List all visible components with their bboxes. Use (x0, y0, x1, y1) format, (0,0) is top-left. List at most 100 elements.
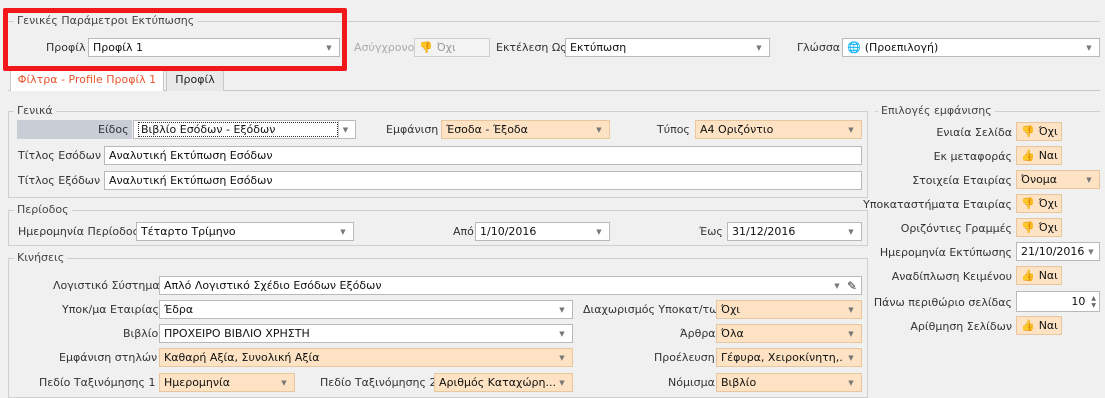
articles-select[interactable]: Όλα ▼ (716, 324, 862, 343)
async-value: Όχι (436, 41, 456, 54)
thumb-down-icon: 👎 (1021, 221, 1035, 234)
to-date-input[interactable]: 31/12/2016 ▼ (727, 222, 862, 241)
chevron-down-icon: ▼ (281, 378, 287, 387)
sort1-label: Πεδίο Ταξινόμησης 1 (39, 376, 156, 389)
to-label: Έως (699, 225, 723, 238)
chevron-down-icon: ▼ (848, 353, 854, 362)
carry-value: Ναι (1038, 149, 1058, 162)
display-title: Επιλογές εμφάνισης (878, 104, 995, 117)
chevron-down-icon: ▼ (848, 329, 854, 338)
chevron-down-icon: ▼ (559, 378, 565, 387)
split-select[interactable]: Όχι ▼ (716, 300, 862, 319)
columns-select[interactable]: Καθαρή Αξία, Συνολική Αξία ▼ (159, 348, 573, 367)
origin-select[interactable]: Γέφυρα, Χειροκίνητη,... ▼ (716, 348, 862, 367)
from-value: 1/10/2016 (480, 225, 537, 238)
currency-select[interactable]: Βιβλίο ▼ (716, 373, 862, 392)
page-num-toggle[interactable]: 👍 Ναι (1016, 316, 1062, 335)
single-page-value: Όχι (1038, 125, 1058, 138)
expense-title-input[interactable]: Αναλυτική Εκτύπωση Εσόδων (104, 171, 862, 190)
language-select[interactable]: 🌐 (Προεπιλογή) ▼ (842, 38, 1100, 57)
chevron-down-icon: ▼ (834, 281, 840, 290)
chevron-down-icon: ▼ (848, 378, 854, 387)
hlines-toggle[interactable]: 👎 Όχι (1016, 218, 1062, 237)
chevron-down-icon: ▼ (848, 125, 854, 134)
wrap-toggle[interactable]: 👍 Ναι (1016, 266, 1062, 285)
chevron-down-icon: ▼ (338, 121, 352, 138)
sort1-select[interactable]: Ημερομηνία ▼ (159, 373, 295, 392)
to-value: 31/12/2016 (732, 225, 796, 238)
top-margin-label: Πάνω περιθώριο σελίδας (873, 296, 1012, 309)
chevron-down-icon: ▼ (340, 227, 346, 236)
kind-select[interactable]: Βιβλίο Εσόδων - Εξόδων ▼ (133, 120, 356, 139)
type-select[interactable]: A4 Οριζόντιο ▼ (695, 120, 862, 139)
single-page-toggle[interactable]: 👎 Όχι (1016, 122, 1062, 141)
exec-label: Εκτέλεση Ως (496, 41, 567, 54)
type-label: Τύπος (657, 123, 690, 136)
print-date-input[interactable]: 21/10/2016 ▼ (1016, 242, 1100, 261)
income-title-label: Τίτλος Εσόδων (18, 149, 101, 162)
acc-system-label: Λογιστικό Σύστημα (53, 279, 160, 292)
chevron-down-icon: ▼ (1086, 43, 1092, 52)
view-value: Έσοδα - Έξοδα (446, 123, 528, 136)
kind-value: Βιβλίο Εσόδων - Εξόδων (138, 122, 338, 137)
columns-label: Εμφάνιση στηλών (59, 351, 158, 364)
columns-value: Καθαρή Αξία, Συνολική Αξία (164, 351, 320, 364)
income-title-input[interactable]: Αναλυτική Εκτύπωση Εσόδων (104, 146, 862, 165)
book-label: Βιβλίο (123, 327, 159, 340)
thumb-up-icon: 👍 (1021, 319, 1035, 332)
book-select[interactable]: ΠΡΟΧΕΙΡΟ ΒΙΒΛΙΟ ΧΡΗΣΤΗ ▼ (159, 324, 573, 343)
view-label: Εμφάνιση (386, 123, 439, 136)
pencil-icon[interactable]: ✎ (847, 279, 857, 293)
top-margin-spinner[interactable]: 10 ▲ ▼ (1016, 291, 1100, 312)
date-period-label: Ημερομηνία Περίοδος (18, 225, 140, 238)
print-date-value: 21/10/2016 (1021, 245, 1085, 258)
branch-value: Έδρα (164, 303, 194, 316)
branch-select[interactable]: Έδρα ▼ (159, 300, 573, 319)
split-value: Όχι (721, 303, 741, 316)
income-title-value: Αναλυτική Εκτύπωση Εσόδων (109, 149, 273, 162)
company-select[interactable]: Όνομα ▼ (1016, 170, 1100, 189)
branches-value: Όχι (1038, 197, 1058, 210)
period-title: Περίοδος (14, 203, 72, 216)
sort2-select[interactable]: Αριθμός Καταχώρη... ▼ (434, 373, 573, 392)
wrap-label: Αναδίπλωση Κειμένου (891, 270, 1012, 283)
thumb-down-icon: 👎 (1021, 125, 1035, 138)
acc-system-select[interactable]: Απλό Λογιστικό Σχέδιο Εσόδων Εξόδων ▼ ✎ (159, 276, 862, 295)
chevron-down-icon: ▼ (756, 43, 762, 52)
company-label: Στοιχεία Εταιρίας (912, 174, 1012, 187)
from-date-input[interactable]: 1/10/2016 ▼ (475, 222, 610, 241)
branches-toggle[interactable]: 👎 Όχι (1016, 194, 1062, 213)
async-label: Ασύγχρονο (354, 41, 415, 54)
top-margin-value: 10 (1071, 295, 1086, 308)
page-num-label: Αρίθμηση Σελίδων (910, 320, 1012, 333)
view-select[interactable]: Έσοδα - Έξοδα ▼ (441, 120, 610, 139)
currency-value: Βιβλίο (721, 376, 757, 389)
hlines-label: Οριζόντιες Γραμμές (900, 222, 1012, 235)
highlight-box (3, 8, 347, 71)
chevron-down-icon: ▼ (848, 227, 854, 236)
page-num-value: Ναι (1038, 319, 1058, 332)
sort1-value: Ημερομηνία (164, 376, 231, 389)
branch-label: Υποκ/μα Εταιρίας (62, 303, 159, 316)
expense-title-value: Αναλυτική Εκτύπωση Εσόδων (109, 174, 273, 187)
date-period-select[interactable]: Τέταρτο Τρίμηνο ▼ (136, 222, 354, 241)
carry-toggle[interactable]: 👍 Ναι (1016, 146, 1062, 165)
async-select: 👎 Όχι (414, 38, 490, 57)
company-value: Όνομα (1021, 173, 1058, 186)
thumb-down-icon: 👎 (419, 41, 433, 54)
currency-label: Νόμισμα (668, 376, 715, 389)
chevron-down-icon: ▼ (559, 305, 565, 314)
sort2-value: Αριθμός Καταχώρη... (439, 376, 555, 389)
chevron-down-icon: ▼ (559, 353, 565, 362)
print-date-label: Ημερομηνία Εκτύπωσης (879, 246, 1012, 259)
chevron-down-icon: ▼ (596, 227, 602, 236)
exec-select[interactable]: Εκτύπωση ▼ (565, 38, 770, 57)
from-label: Από (453, 225, 474, 238)
sort2-label: Πεδίο Ταξινόμησης 2 (320, 376, 437, 389)
hlines-value: Όχι (1038, 221, 1058, 234)
origin-label: Προέλευση (654, 351, 715, 364)
wrap-value: Ναι (1038, 269, 1058, 282)
chevron-down-icon: ▼ (596, 125, 602, 134)
spinner-arrows-icon[interactable]: ▲ ▼ (1091, 295, 1096, 309)
thumb-up-icon: 👍 (1021, 269, 1035, 282)
